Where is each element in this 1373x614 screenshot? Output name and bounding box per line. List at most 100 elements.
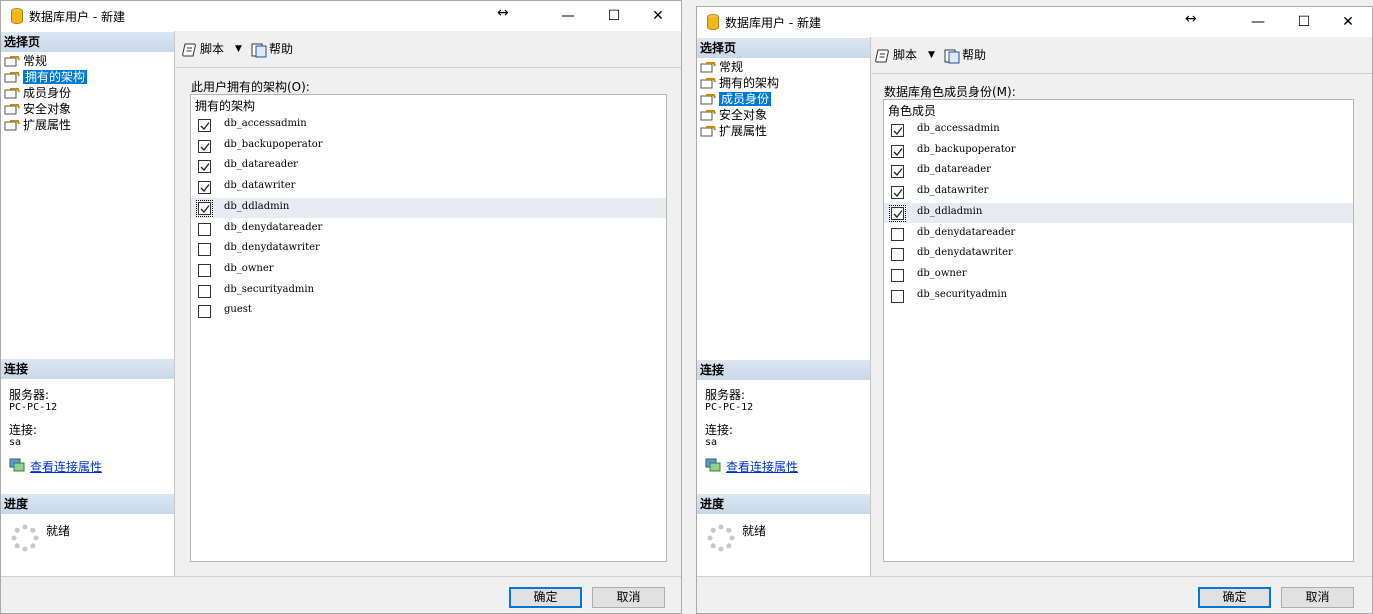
item-checkbox[interactable] — [198, 139, 211, 153]
item-label: db_backupoperator — [917, 143, 1016, 155]
main-panel: 脚本 ▼ 帮助 数据库角色成员身份(M): 角色成员 db_accessadmi… — [872, 37, 1372, 576]
progress-header: 进度 — [1, 494, 174, 514]
item-checkbox[interactable] — [891, 268, 904, 282]
progress-status: 就绪 — [742, 524, 767, 538]
page-wrench-icon — [4, 88, 20, 99]
item-checkbox[interactable] — [891, 289, 904, 303]
list-header: 角色成员 — [888, 104, 937, 118]
close-button[interactable]: ✕ — [635, 1, 681, 31]
view-connection-properties-link[interactable]: 查看连接属性 — [705, 458, 798, 475]
item-checkbox[interactable] — [891, 144, 904, 158]
page-wrench-icon — [4, 120, 20, 131]
script-button[interactable]: 脚本 — [182, 40, 224, 58]
database-icon — [707, 14, 719, 30]
dialog-window-right: 数据库用户 - 新建 ↔ — ☐ ✕ 选择页 常规 拥有的架构 成员身份 安全对… — [696, 6, 1373, 614]
minimize-button[interactable]: — — [1235, 7, 1281, 37]
item-checkbox[interactable] — [198, 305, 211, 319]
nav-item-general[interactable]: 常规 — [699, 59, 779, 75]
item-checkbox[interactable] — [891, 248, 904, 262]
ok-button[interactable]: 确定 — [1198, 587, 1271, 608]
nav-item-owned-schemas[interactable]: 拥有的架构 — [699, 75, 779, 91]
list-header: 拥有的架构 — [195, 99, 256, 113]
item-checkbox[interactable] — [198, 222, 211, 236]
item-checkbox[interactable] — [198, 160, 211, 174]
nav-item-extended-properties[interactable]: 扩展属性 — [699, 123, 779, 139]
list-item: db_backupoperator — [884, 141, 1353, 161]
item-checkbox[interactable] — [891, 124, 904, 137]
server-info: 服务器: PC-PC-12 — [705, 388, 753, 413]
nav-item-extended-properties[interactable]: 扩展属性 — [3, 117, 87, 133]
nav-item-membership[interactable]: 成员身份 — [699, 91, 779, 107]
script-dropdown-arrow-icon[interactable]: ▼ — [235, 40, 242, 58]
help-button[interactable]: 帮助 — [251, 40, 293, 58]
item-checkbox[interactable] — [198, 119, 211, 132]
item-label: db_ddladmin — [917, 205, 983, 217]
minimize-button[interactable]: — — [545, 1, 591, 31]
script-dropdown-arrow-icon[interactable]: ▼ — [928, 46, 935, 64]
page-wrench-icon — [4, 56, 20, 67]
checkmark-icon — [893, 147, 903, 156]
progress-header: 进度 — [697, 494, 870, 514]
nav-item-securables[interactable]: 安全对象 — [699, 107, 779, 123]
nav-item-general[interactable]: 常规 — [3, 53, 87, 69]
server-value: PC-PC-12 — [705, 402, 754, 413]
nav-item-owned-schemas[interactable]: 拥有的架构 — [3, 69, 88, 85]
item-checkbox[interactable] — [198, 284, 211, 298]
ok-button[interactable]: 确定 — [509, 587, 582, 608]
dialog-footer: 确定 取消 — [1, 576, 681, 613]
item-checkbox[interactable] — [891, 227, 904, 241]
list-item: db_datawriter — [884, 182, 1353, 202]
item-checkbox[interactable] — [889, 204, 906, 222]
server-label: 服务器: — [9, 388, 50, 402]
list-item: db_ddladmin — [884, 202, 1353, 223]
schema-list: 拥有的架构 db_accessadmin db_backupoperator db_… — [190, 94, 667, 562]
help-button[interactable]: 帮助 — [944, 46, 986, 64]
close-button[interactable]: ✕ — [1325, 7, 1371, 37]
list-item: db_datareader — [884, 161, 1353, 181]
cancel-button[interactable]: 取消 — [1281, 587, 1354, 608]
nav-item-securables[interactable]: 安全对象 — [3, 101, 87, 117]
connection-label: 连接: — [705, 423, 734, 437]
nav-item-membership[interactable]: 成员身份 — [3, 85, 87, 101]
resize-icon: ↔ — [1185, 11, 1197, 27]
item-label: db_securityadmin — [917, 288, 1008, 300]
server-value: PC-PC-12 — [9, 402, 58, 413]
page-nav: 常规 拥有的架构 成员身份 安全对象 扩展属性 — [699, 59, 779, 139]
connection-value: sa — [9, 437, 22, 448]
page-wrench-icon — [4, 104, 20, 115]
item-label: db_datareader — [917, 164, 991, 176]
connection-properties-icon — [705, 458, 721, 472]
item-checkbox[interactable] — [891, 186, 904, 200]
sidebar: 选择页 常规 拥有的架构 成员身份 安全对象 扩展属性 连接 服务器: PC-P… — [1, 31, 175, 576]
progress-status: 就绪 — [46, 524, 71, 538]
title-bar[interactable]: 数据库用户 - 新建 ↔ — ☐ ✕ — [697, 7, 1372, 37]
item-checkbox[interactable] — [198, 263, 211, 277]
list-item: db_denydatareader — [191, 219, 666, 239]
item-checkbox[interactable] — [196, 199, 213, 217]
script-button[interactable]: 脚本 — [875, 46, 917, 64]
view-connection-properties-link[interactable]: 查看连接属性 — [9, 458, 102, 475]
item-checkbox[interactable] — [891, 165, 904, 179]
maximize-button[interactable]: ☐ — [1281, 7, 1327, 37]
title-bar[interactable]: 数据库用户 - 新建 ↔ — ☐ ✕ — [1, 1, 681, 31]
help-icon — [251, 43, 267, 57]
connection-header: 连接 — [697, 360, 870, 380]
cancel-button[interactable]: 取消 — [592, 587, 665, 608]
item-checkbox[interactable] — [198, 243, 211, 257]
sidebar: 选择页 常规 拥有的架构 成员身份 安全对象 扩展属性 连接 服务器: PC-P… — [697, 37, 871, 576]
checkmark-icon — [893, 189, 903, 198]
list-item: db_securityadmin — [191, 281, 666, 301]
page-wrench-icon — [700, 78, 716, 89]
list-item: db_owner — [191, 260, 666, 280]
item-checkbox[interactable] — [198, 181, 211, 195]
page-wrench-icon — [700, 110, 716, 121]
main-panel: 脚本 ▼ 帮助 此用户拥有的架构(O): 拥有的架构 db_accessadmi… — [176, 31, 681, 576]
window-title: 数据库用户 - 新建 — [725, 16, 821, 30]
maximize-button[interactable]: ☐ — [591, 1, 637, 31]
item-label: db_backupoperator — [224, 138, 323, 150]
dialog-window-left: 数据库用户 - 新建 ↔ — ☐ ✕ 选择页 常规 拥有的架构 成员身份 安全对… — [0, 0, 682, 614]
page-wrench-icon — [700, 94, 716, 105]
list-item: db_accessadmin — [191, 115, 666, 135]
role-member-list: 角色成员 db_accessadmin db_backupoperator db_d… — [883, 99, 1354, 562]
progress-spinner-icon — [707, 524, 735, 552]
